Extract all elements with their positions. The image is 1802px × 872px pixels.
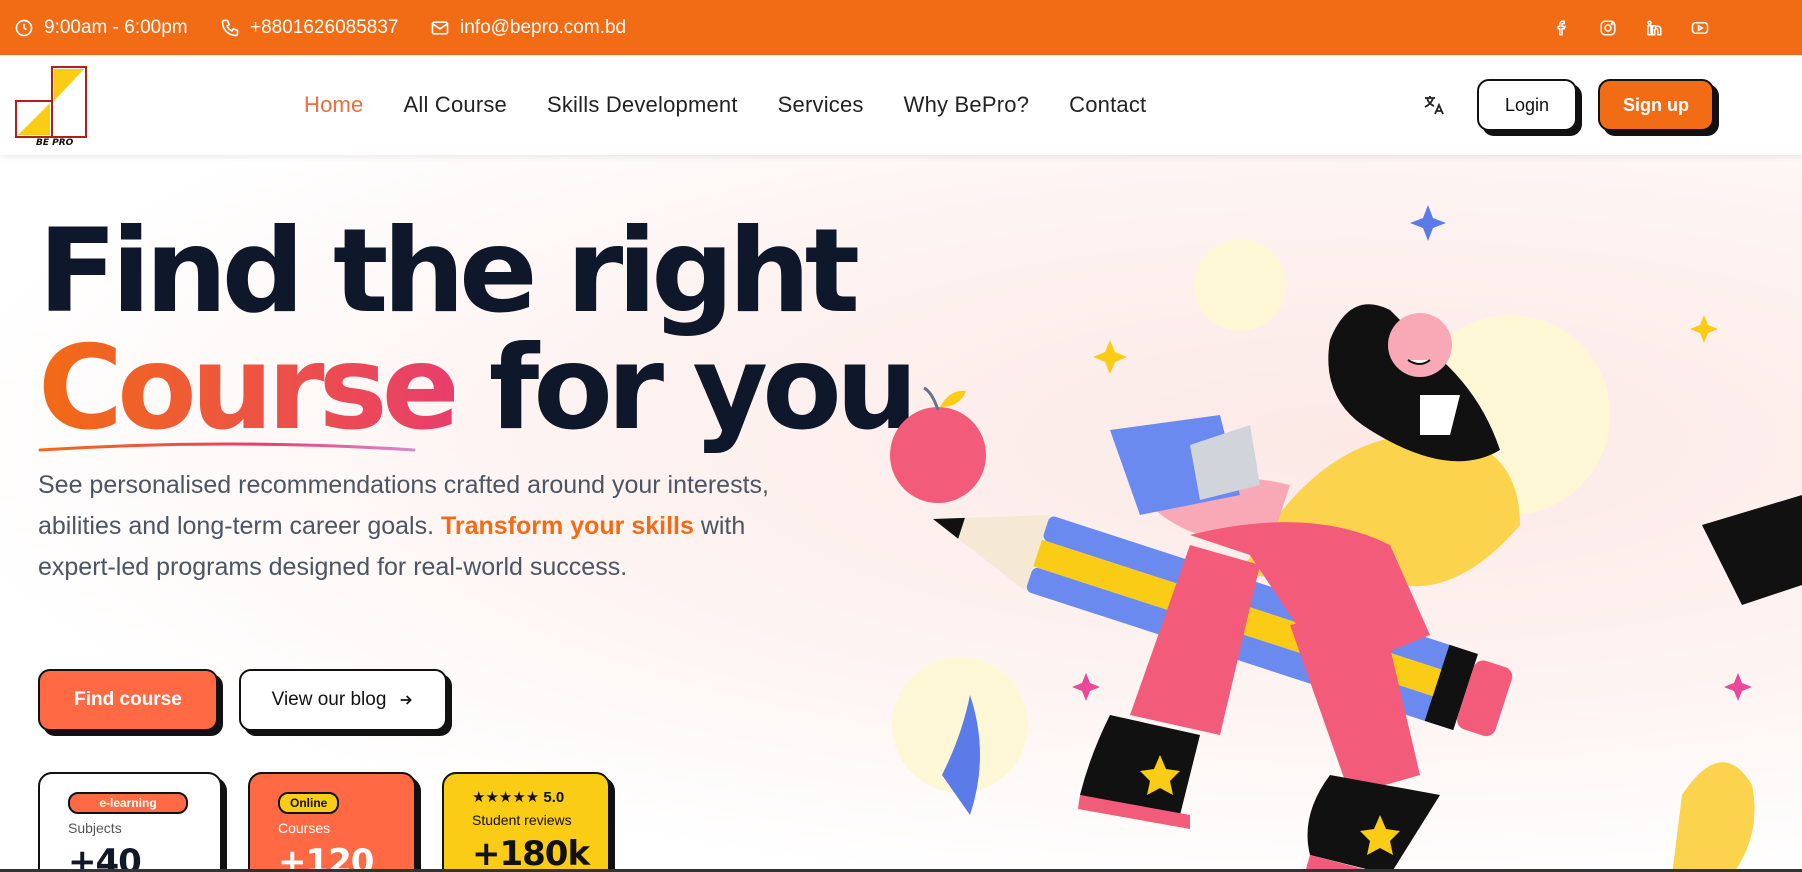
youtube-icon[interactable] (1690, 18, 1710, 38)
hero-section: Find the right Course for you See person… (0, 155, 1802, 872)
nav-item-skills-development[interactable]: Skills Development (547, 92, 738, 118)
stat-value: +40 (68, 842, 142, 872)
hours-info: 9:00am - 6:00pm (14, 0, 188, 55)
hero-title-highlight: Course (38, 321, 460, 456)
email-text[interactable]: info@bepro.com.bd (460, 17, 626, 39)
email-info[interactable]: info@bepro.com.bd (430, 0, 626, 55)
stat-card-reviews: ★★★★★ 5.0 Student reviews +180k (442, 772, 610, 872)
stat-label: Subjects (68, 820, 122, 836)
nav-item-contact[interactable]: Contact (1069, 92, 1146, 118)
stat-label: Student reviews (472, 812, 572, 828)
login-button[interactable]: Login (1477, 79, 1577, 131)
stat-card-subjects: e-learning Subjects +40 (38, 772, 222, 872)
instagram-icon[interactable] (1598, 18, 1618, 38)
facebook-icon[interactable] (1552, 18, 1572, 38)
clock-icon (15, 19, 33, 36)
stat-badge: Online (278, 792, 340, 814)
phone-info[interactable]: +8801626085837 (220, 0, 398, 55)
find-course-button[interactable]: Find course (38, 669, 218, 731)
bepro-logo[interactable]: BE PRO (14, 65, 88, 148)
hours-text: 9:00am - 6:00pm (44, 16, 188, 38)
highlight-text: Transform your skills (441, 512, 694, 540)
stat-card-courses: Online Courses +120 (248, 772, 416, 872)
mail-icon (431, 20, 449, 35)
hero-illustration (890, 205, 1802, 872)
phone-text[interactable]: +8801626085837 (250, 17, 398, 39)
hero-title-line2: Course for you (38, 331, 918, 447)
hero-title-rest: for you (488, 321, 919, 456)
nav-menu: Home All Course Skills Development Servi… (304, 55, 1146, 155)
view-blog-label: View our blog (271, 689, 387, 710)
svg-text:BE PRO: BE PRO (36, 138, 74, 145)
translate-icon[interactable] (1422, 93, 1446, 117)
phone-icon (221, 19, 239, 36)
stat-value: +120 (278, 842, 374, 872)
main-nav: BE PRO Home All Course Skills Developmen… (0, 55, 1802, 155)
signup-button[interactable]: Sign up (1598, 79, 1714, 131)
hero-description: See personalised recommendations crafted… (38, 471, 769, 581)
social-links (1552, 0, 1710, 55)
top-bar: 9:00am - 6:00pm +8801626085837 info@bepr… (0, 0, 1802, 55)
hero-title-line1: Find the right (38, 204, 860, 339)
stat-value: +180k (472, 834, 590, 872)
title-underline (38, 442, 416, 452)
nav-item-why-bepro[interactable]: Why BePro? (904, 92, 1030, 118)
arrow-right-icon (401, 695, 413, 705)
stat-label: Courses (278, 820, 331, 836)
linkedin-icon[interactable] (1644, 18, 1664, 38)
star-rating: ★★★★★ 5.0 (472, 789, 565, 806)
stat-badge: e-learning (68, 792, 188, 814)
nav-item-all-course[interactable]: All Course (404, 92, 507, 118)
nav-item-services[interactable]: Services (778, 92, 864, 118)
view-blog-button[interactable]: View our blog (239, 669, 447, 731)
nav-item-home[interactable]: Home (304, 92, 364, 118)
